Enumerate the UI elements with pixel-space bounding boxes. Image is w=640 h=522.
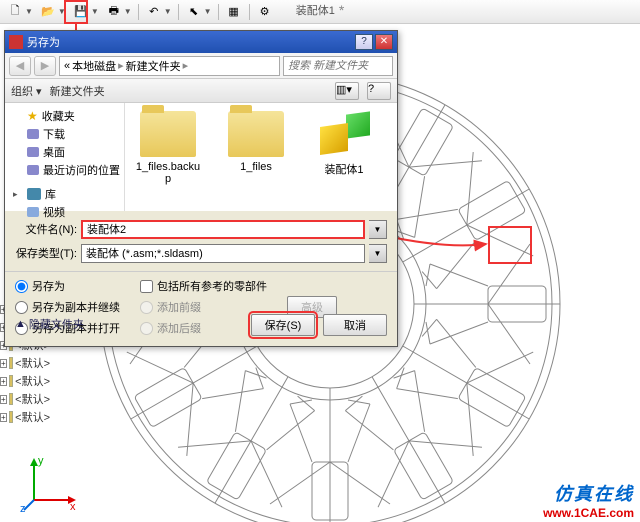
app-icon xyxy=(9,35,23,49)
hide-folders-toggle[interactable]: ▲隐藏文件夹 xyxy=(15,316,84,332)
opt-saveas-copy-continue[interactable]: 另存为副本并继续 xyxy=(15,299,120,315)
sidebar-desktop[interactable]: 桌面 xyxy=(7,143,122,161)
undo-button[interactable]: ↶ xyxy=(143,2,165,22)
breadcrumb[interactable]: « 本地磁盘 ▸ 新建文件夹 ▸ xyxy=(59,56,280,76)
help-button[interactable]: ? xyxy=(367,82,391,100)
filetype-dropdown[interactable]: ▼ xyxy=(369,244,387,263)
separator xyxy=(178,4,179,20)
close-button[interactable]: ✕ xyxy=(375,34,393,50)
filetype-label: 保存类型(T): xyxy=(15,245,77,261)
dialog-body: ★收藏夹 下载 桌面 最近访问的位置 ▸库 视频 1_files.backup … xyxy=(5,103,397,211)
dropdown-icon[interactable]: ▼ xyxy=(164,7,172,16)
list-item[interactable]: 装配体1 xyxy=(309,111,379,203)
doc-title: 装配体1 xyxy=(296,2,335,18)
filename-input[interactable]: 装配体2 xyxy=(81,220,365,239)
open-icon: 📂 xyxy=(41,5,55,18)
options-button[interactable]: ⚙ xyxy=(254,2,276,22)
close-icon[interactable]: * xyxy=(339,2,344,18)
sidebar-videos[interactable]: 视频 xyxy=(7,203,122,221)
target-highlight xyxy=(488,226,532,264)
list-item[interactable]: 1_files xyxy=(221,111,291,203)
list-item[interactable]: 1_files.backup xyxy=(133,111,203,203)
filetype-select[interactable]: 装配体 (*.asm;*.sldasm) xyxy=(81,244,365,263)
forward-button[interactable]: ▶ xyxy=(34,56,56,76)
document-tab[interactable]: 装配体1 * xyxy=(296,2,345,18)
rebuild-button[interactable]: ▦ xyxy=(223,2,245,22)
dialog-toolbar: 组织 ▾ 新建文件夹 ▥▾ ? xyxy=(5,79,397,103)
separator xyxy=(138,4,139,20)
dropdown-icon[interactable]: ▼ xyxy=(204,7,212,16)
brand-url: www.1CAE.com xyxy=(543,506,634,520)
opt-add-prefix: 添加前缀 xyxy=(140,299,267,315)
new-icon: 🗋 xyxy=(11,2,20,21)
view-triad[interactable]: y x z xyxy=(20,454,80,514)
separator xyxy=(218,4,219,20)
select-button[interactable]: ⬉ xyxy=(183,2,205,22)
tree-item[interactable]: +<默认> xyxy=(0,354,50,372)
print-button[interactable]: 🖶 xyxy=(103,2,125,22)
sidebar-favorites[interactable]: ★收藏夹 xyxy=(7,107,122,125)
crumb-segment[interactable]: 新建文件夹 xyxy=(126,58,181,74)
new-folder-button[interactable]: 新建文件夹 xyxy=(50,83,105,99)
sidebar-downloads[interactable]: 下载 xyxy=(7,125,122,143)
organize-menu[interactable]: 组织 ▾ xyxy=(11,83,42,99)
folder-icon xyxy=(228,111,284,157)
svg-text:x: x xyxy=(70,501,76,513)
brand-text: 仿真在线 xyxy=(543,480,634,506)
svg-text:y: y xyxy=(38,455,44,467)
tree-item[interactable]: +<默认> xyxy=(0,408,50,426)
sidebar-libraries[interactable]: ▸库 xyxy=(7,185,122,203)
separator xyxy=(249,4,250,20)
svg-text:z: z xyxy=(20,503,26,514)
search-input[interactable] xyxy=(288,60,388,72)
dropdown-icon[interactable]: ▼ xyxy=(124,7,132,16)
opt-add-suffix: 添加后缀 xyxy=(140,320,267,336)
back-button[interactable]: ◀ xyxy=(9,56,31,76)
select-icon: ⬉ xyxy=(189,5,198,18)
footer-brand: 仿真在线 www.1CAE.com xyxy=(543,480,634,520)
nav-pane[interactable]: ★收藏夹 下载 桌面 最近访问的位置 ▸库 视频 xyxy=(5,103,125,211)
dialog-nav: ◀ ▶ « 本地磁盘 ▸ 新建文件夹 ▸ xyxy=(5,53,397,79)
undo-icon: ↶ xyxy=(149,5,158,18)
dialog-title: 另存为 xyxy=(27,34,60,50)
search-box[interactable] xyxy=(283,56,393,76)
sidebar-recent[interactable]: 最近访问的位置 xyxy=(7,161,122,179)
open-button[interactable]: 📂 xyxy=(37,2,59,22)
tree-item[interactable]: +<默认> xyxy=(0,390,50,408)
new-button[interactable]: 🗋 xyxy=(4,2,26,22)
options-icon: ⚙ xyxy=(260,5,270,18)
save-button-highlight xyxy=(64,0,88,24)
opt-include-refs[interactable]: 包括所有参考的零部件 xyxy=(140,278,267,294)
save-as-dialog: 另存为 ? ✕ ◀ ▶ « 本地磁盘 ▸ 新建文件夹 ▸ 组织 ▾ 新建文件夹 … xyxy=(4,30,398,347)
file-list[interactable]: 1_files.backup 1_files 装配体1 xyxy=(125,103,397,211)
tree-item[interactable]: +<默认> xyxy=(0,372,50,390)
assembly-icon xyxy=(316,111,372,157)
dialog-titlebar[interactable]: 另存为 ? ✕ xyxy=(5,31,397,53)
crumb-segment[interactable]: 本地磁盘 xyxy=(72,58,116,74)
dropdown-icon[interactable]: ▼ xyxy=(25,7,33,16)
help-button[interactable]: ? xyxy=(355,34,373,50)
view-button[interactable]: ▥▾ xyxy=(335,82,359,100)
folder-icon xyxy=(140,111,196,157)
print-icon: 🖶 xyxy=(109,2,119,21)
filename-dropdown[interactable]: ▼ xyxy=(369,220,387,239)
opt-saveas[interactable]: 另存为 xyxy=(15,278,120,294)
rebuild-icon: ▦ xyxy=(228,5,238,18)
save-button[interactable]: 保存(S) xyxy=(251,314,315,336)
cancel-button[interactable]: 取消 xyxy=(323,314,387,336)
filename-label: 文件名(N): xyxy=(15,221,77,237)
dropdown-icon[interactable]: ▼ xyxy=(91,7,99,16)
